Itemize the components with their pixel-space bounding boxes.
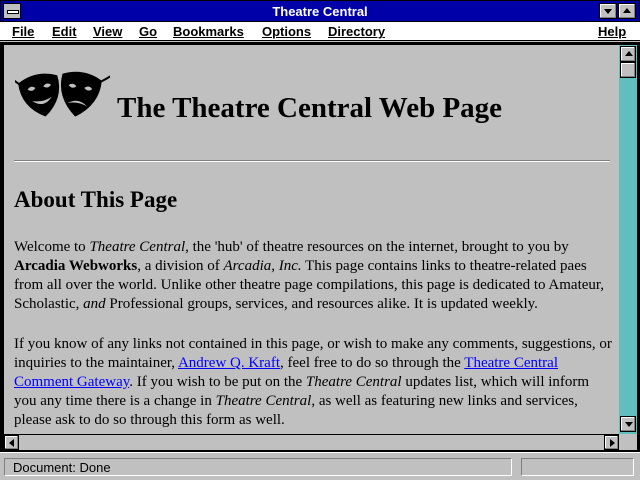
menu-bar: File Edit View Go Bookmarks Options Dire… (0, 22, 640, 41)
arrow-right-icon (610, 439, 615, 447)
text: , the 'hub' of theatre resources on the … (185, 239, 569, 255)
emphasis: Theatre Central (215, 393, 312, 409)
minimize-button[interactable] (599, 3, 617, 19)
menu-help[interactable]: Help (598, 24, 626, 39)
horizontal-scrollbar[interactable] (4, 434, 619, 450)
text: Professional groups, services, and resou… (105, 296, 538, 312)
maximize-button[interactable] (618, 3, 636, 19)
strong-text: Arcadia Webworks (14, 258, 138, 274)
horizontal-rule (14, 160, 610, 162)
status-text: Document: Done (4, 458, 512, 476)
welcome-paragraph: Welcome to Theatre Central, the 'hub' of… (14, 238, 614, 314)
emphasis: Theatre Central (89, 239, 186, 255)
vertical-scroll-thumb[interactable] (620, 62, 636, 78)
menu-view[interactable]: View (93, 24, 122, 39)
content-frame: The Theatre Central Web Page About This … (0, 42, 640, 452)
arrow-left-icon (9, 439, 14, 447)
scrollbar-corner (619, 434, 637, 450)
emphasis: Theatre Central (305, 374, 402, 390)
menu-file[interactable]: File (12, 24, 34, 39)
contact-paragraph: If you know of any links not contained i… (14, 335, 614, 430)
text: , feel free to do so through the (280, 355, 465, 371)
progress-indicator (521, 458, 634, 476)
text: . If you wish to be put on the (129, 374, 306, 390)
scroll-left-button[interactable] (4, 435, 19, 450)
title-bar: Theatre Central (0, 0, 640, 22)
page-title: The Theatre Central Web Page (117, 92, 503, 124)
theatre-masks-icon (15, 71, 110, 117)
scroll-right-button[interactable] (604, 435, 619, 450)
text: , a division of (137, 258, 224, 274)
page-content: The Theatre Central Web Page About This … (4, 45, 619, 434)
vertical-scrollbar[interactable] (619, 45, 637, 434)
status-bar: Document: Done (0, 452, 640, 480)
emphasis: Arcadia, Inc. (223, 258, 302, 274)
emphasis: and (83, 296, 106, 312)
menu-bookmarks[interactable]: Bookmarks (173, 24, 244, 39)
menu-edit[interactable]: Edit (52, 24, 77, 39)
text: Welcome to (14, 239, 90, 255)
link-andrew-kraft[interactable]: Andrew Q. Kraft (178, 355, 280, 371)
scroll-down-button[interactable] (620, 416, 636, 432)
menu-go[interactable]: Go (139, 24, 157, 39)
about-heading: About This Page (14, 187, 178, 212)
menu-options[interactable]: Options (262, 24, 311, 39)
scroll-up-button[interactable] (620, 46, 636, 62)
arrow-down-icon (625, 422, 633, 427)
window-title: Theatre Central (272, 4, 368, 19)
maximize-icon (623, 8, 631, 13)
arrow-up-icon (625, 51, 633, 56)
menu-directory[interactable]: Directory (328, 24, 385, 39)
minimize-icon (604, 9, 612, 14)
